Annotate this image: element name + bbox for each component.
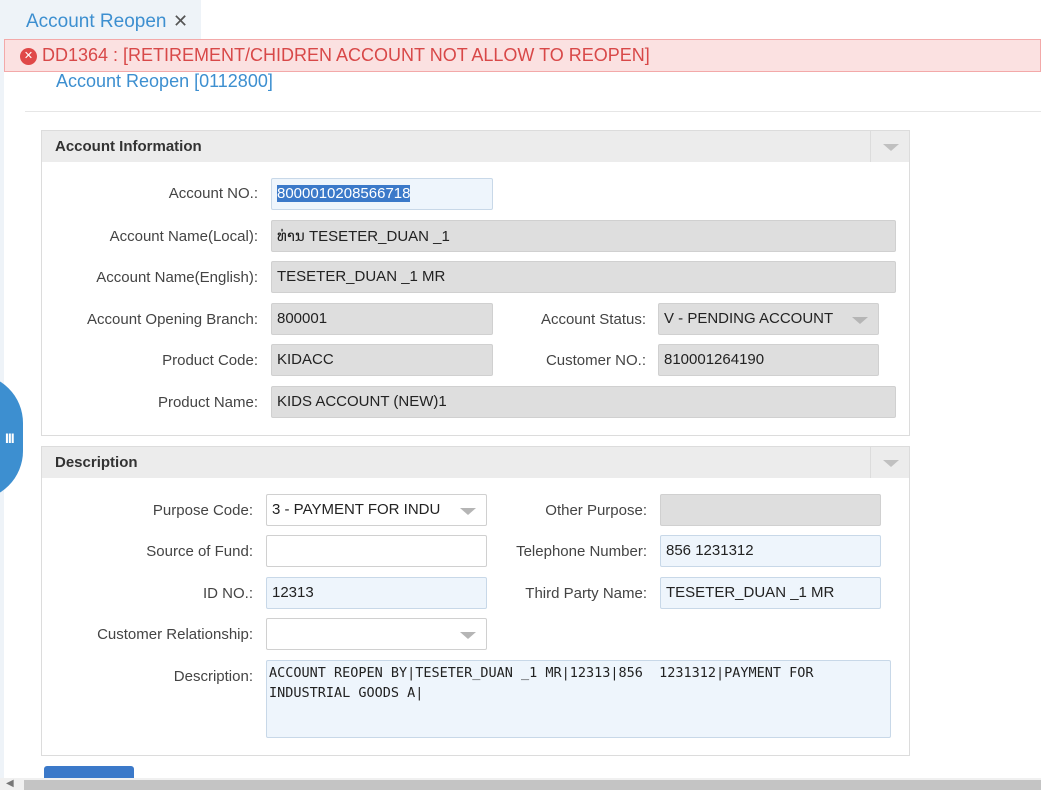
collapse-toggle[interactable] bbox=[870, 131, 909, 162]
account-no-input[interactable]: 8000010208566718 bbox=[271, 178, 493, 210]
account-no-label: Account NO.: bbox=[168, 185, 258, 202]
scrollbar-thumb[interactable] bbox=[24, 780, 1041, 790]
title-divider bbox=[25, 111, 1041, 112]
error-message: DD1364 : [RETIREMENT/CHIDREN ACCOUNT NOT… bbox=[42, 45, 650, 65]
account-status-value: V - PENDING ACCOUNT bbox=[664, 310, 834, 327]
page-title: Account Reopen [0112800] bbox=[56, 71, 273, 91]
panel-header: Description bbox=[42, 447, 909, 478]
customer-relationship-select[interactable] bbox=[266, 618, 487, 650]
product-name-label: Product Name: bbox=[157, 394, 258, 411]
collapse-toggle[interactable] bbox=[870, 447, 909, 478]
third-party-name-input[interactable]: TESETER_DUAN _1 MR bbox=[660, 577, 881, 609]
telephone-number-input[interactable]: 856 1231312 bbox=[660, 535, 881, 567]
menu-bars-icon[interactable]: III bbox=[5, 430, 15, 446]
other-purpose-label: Other Purpose: bbox=[545, 502, 647, 519]
chevron-down-icon bbox=[883, 460, 899, 467]
account-name-local-field: ທ່ານ TESETER_DUAN _1 bbox=[271, 220, 896, 252]
description-label: Description: bbox=[173, 668, 253, 685]
purpose-code-value: 3 - PAYMENT FOR INDU bbox=[272, 501, 441, 518]
customer-no-field: 810001264190 bbox=[658, 344, 879, 376]
chevron-down-icon bbox=[852, 317, 868, 324]
purpose-code-select[interactable]: 3 - PAYMENT FOR INDU bbox=[266, 494, 487, 526]
purpose-code-label: Purpose Code: bbox=[152, 502, 253, 519]
error-banner: ✕ DD1364 : [RETIREMENT/CHIDREN ACCOUNT N… bbox=[4, 39, 1041, 72]
panel-title: Account Information bbox=[55, 138, 202, 155]
scroll-left-icon[interactable]: ◀ bbox=[6, 778, 14, 789]
chevron-down-icon bbox=[883, 144, 899, 151]
account-name-local-label: Account Name(Local): bbox=[109, 228, 258, 245]
id-no-input[interactable]: 12313 bbox=[266, 577, 487, 609]
error-icon: ✕ bbox=[20, 48, 37, 65]
account-status-label: Account Status: bbox=[540, 311, 646, 328]
panel-title: Description bbox=[55, 454, 138, 471]
customer-relationship-label: Customer Relationship: bbox=[97, 626, 253, 643]
product-code-label: Product Code: bbox=[162, 352, 258, 369]
chevron-down-icon bbox=[460, 632, 476, 639]
customer-no-label: Customer NO.: bbox=[545, 352, 646, 369]
account-name-english-label: Account Name(English): bbox=[96, 269, 258, 286]
tab-bar: Account Reopen ✕ bbox=[0, 0, 1041, 40]
source-of-fund-label: Source of Fund: bbox=[146, 543, 253, 560]
other-purpose-field bbox=[660, 494, 881, 526]
source-of-fund-input[interactable] bbox=[266, 535, 487, 567]
close-icon[interactable]: ✕ bbox=[173, 10, 188, 32]
account-name-english-field: TESETER_DUAN _1 MR bbox=[271, 261, 896, 293]
opening-branch-field: 800001 bbox=[271, 303, 493, 335]
third-party-name-label: Third Party Name: bbox=[525, 585, 647, 602]
tab-account-reopen[interactable]: Account Reopen ✕ bbox=[0, 0, 201, 40]
product-code-field: KIDACC bbox=[271, 344, 493, 376]
account-status-select[interactable]: V - PENDING ACCOUNT bbox=[658, 303, 879, 335]
horizontal-scrollbar[interactable]: ◀ bbox=[0, 778, 1041, 790]
panel-header: Account Information bbox=[42, 131, 909, 162]
telephone-number-label: Telephone Number: bbox=[516, 543, 647, 560]
product-name-field: KIDS ACCOUNT (NEW)1 bbox=[271, 386, 896, 418]
id-no-label: ID NO.: bbox=[202, 585, 253, 602]
opening-branch-label: Account Opening Branch: bbox=[87, 311, 258, 328]
tab-label[interactable]: Account Reopen bbox=[26, 11, 167, 33]
description-textarea[interactable]: ACCOUNT REOPEN BY|TESETER_DUAN _1 MR|123… bbox=[266, 660, 891, 738]
chevron-down-icon bbox=[460, 508, 476, 515]
account-no-value: 8000010208566718 bbox=[277, 185, 411, 202]
